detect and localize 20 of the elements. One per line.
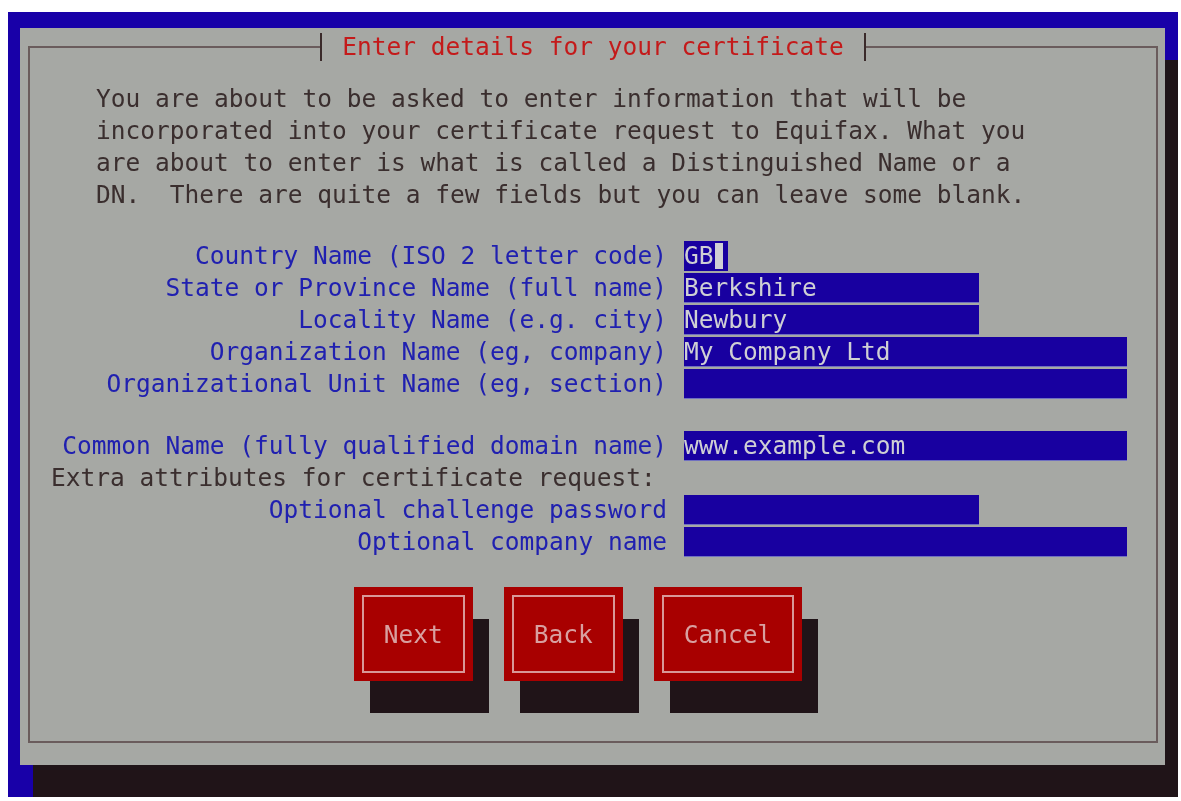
input-field[interactable]: [684, 369, 1127, 399]
input-field[interactable]: Newbury: [684, 305, 979, 335]
text-cursor: [714, 242, 723, 269]
section-heading: Extra attributes for certificate request:: [51, 463, 656, 493]
field-label: Country Name (ISO 2 letter code): [195, 241, 667, 271]
field-label: Organization Name (eg, company): [209, 337, 667, 367]
dialog-title: Enter details for your certificate: [320, 33, 866, 61]
input-field[interactable]: [684, 527, 1127, 557]
input-field[interactable]: GB: [684, 241, 729, 271]
intro-paragraph: You are about to be asked to enter information that will be incorporated into your certificate request to Equifax. What you are about to enter is what is called a Distinguished Name or a DN. There are quite a few fields but you can leave some blank.: [96, 83, 1027, 211]
field-label: Organizational Unit Name (eg, section): [106, 369, 667, 399]
field-label: Optional company name: [357, 527, 667, 557]
field-label: State or Province Name (full name): [165, 273, 667, 303]
field-label: Optional challenge password: [268, 495, 667, 525]
field-label: Common Name (fully qualified domain name): [62, 431, 667, 461]
input-field[interactable]: My Company Ltd: [684, 337, 1127, 367]
input-field[interactable]: www.example.com: [684, 431, 1127, 461]
input-field[interactable]: Berkshire: [684, 273, 979, 303]
field-label: Locality Name (e.g. city): [298, 305, 667, 335]
input-field[interactable]: [684, 495, 979, 525]
